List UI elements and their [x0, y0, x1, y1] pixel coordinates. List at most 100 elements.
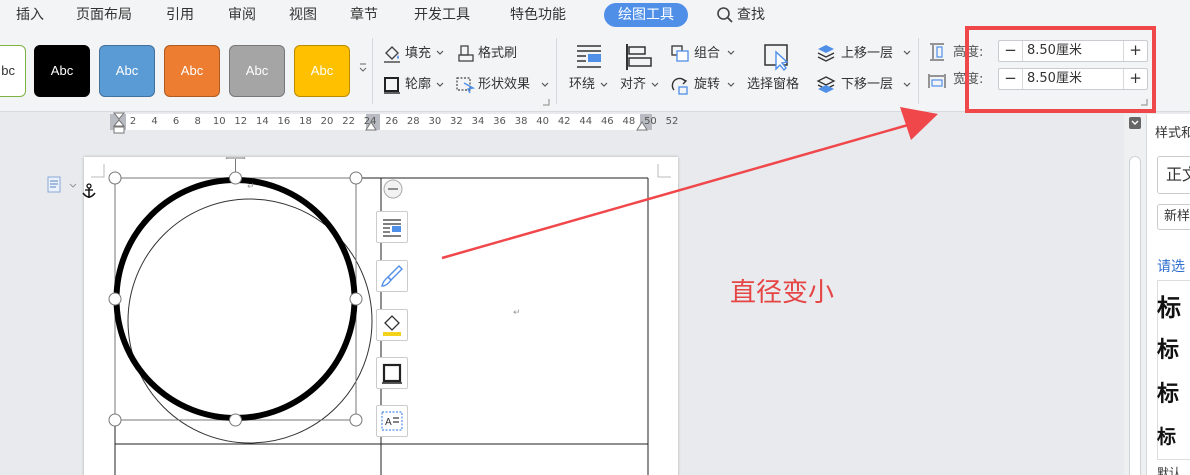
chevron-down-icon[interactable]	[651, 82, 659, 88]
text-wrap-icon[interactable]	[574, 42, 604, 72]
chevron-down-icon[interactable]	[903, 50, 911, 56]
annotation-arrow	[441, 107, 938, 260]
resize-handle	[108, 171, 122, 185]
tab-references[interactable]: 引用	[166, 5, 194, 25]
format-painter-button[interactable]: 格式刷	[478, 45, 517, 63]
ruler-tick-label: 28	[406, 116, 420, 127]
right-indent-marker-icon[interactable]	[364, 118, 378, 132]
fill-button[interactable]: 填充	[405, 45, 431, 63]
resize-handle	[108, 413, 122, 427]
svg-text:↵: ↵	[513, 308, 521, 318]
resize-handle	[229, 413, 242, 427]
chevron-down-icon[interactable]	[436, 82, 444, 88]
bring-forward-button[interactable]: 上移一层	[841, 45, 893, 63]
anchor-icon[interactable]	[82, 183, 96, 199]
ruler-tick-label: 2	[129, 116, 137, 127]
style-heading-3[interactable]: 标	[1157, 376, 1190, 408]
indent-marker-icon[interactable]	[112, 112, 126, 136]
ruler-tick-label: 8	[194, 116, 201, 127]
width-icon	[928, 74, 946, 88]
outline-icon	[382, 363, 402, 384]
fill-bucket-icon[interactable]	[382, 44, 402, 64]
style-heading-2[interactable]: 标	[1157, 332, 1190, 364]
align-icon[interactable]	[624, 42, 654, 72]
quick-layout-button[interactable]: A	[376, 405, 408, 437]
selection-pane-button[interactable]: 选择窗格	[747, 76, 799, 94]
resize-handle	[229, 171, 242, 185]
current-style-field[interactable]: 正文	[1157, 156, 1190, 194]
resize-handle	[349, 413, 363, 427]
style-heading-1[interactable]: 标	[1157, 288, 1190, 323]
tab-view[interactable]: 视图	[289, 5, 317, 25]
tab-developer[interactable]: 开发工具	[414, 5, 470, 25]
shape-style-blue[interactable]: Abc	[99, 45, 155, 97]
please-select-label: 请选	[1157, 259, 1185, 275]
text-wrap-icon	[383, 219, 401, 237]
group-button[interactable]: 组合	[694, 45, 720, 63]
ruler-tick-label: 18	[299, 116, 312, 127]
quick-fill-button[interactable]	[376, 309, 408, 341]
resize-handle	[349, 171, 363, 185]
tab-find[interactable]: 查找	[737, 5, 765, 25]
send-backward-icon[interactable]	[816, 75, 836, 95]
tab-insert[interactable]: 插入	[16, 5, 44, 25]
shape-style-gray[interactable]: Abc	[229, 45, 285, 97]
tab-special-features[interactable]: 特色功能	[510, 5, 566, 25]
style-default[interactable]: 默认	[1157, 464, 1181, 475]
resize-handle	[349, 292, 363, 306]
format-painter-icon[interactable]	[456, 44, 476, 64]
svg-text:↵: ↵	[247, 182, 255, 192]
group-icon[interactable]	[670, 44, 690, 64]
svg-text:A: A	[385, 417, 392, 428]
vertical-scrollbar[interactable]	[1124, 114, 1146, 475]
shape-style-black[interactable]: Abc	[34, 45, 90, 97]
quick-style-button[interactable]	[376, 260, 408, 292]
tab-chapter[interactable]: 章节	[350, 5, 378, 25]
ruler-tick-label: 10	[212, 116, 226, 127]
selection-pane-icon[interactable]	[762, 42, 792, 72]
pane-toggle-icon[interactable]	[1128, 116, 1142, 130]
shape-style-yellow[interactable]: Abc	[294, 45, 350, 97]
ruler-tick-label: 14	[255, 116, 269, 127]
tab-review[interactable]: 审阅	[228, 5, 256, 25]
chevron-down-icon[interactable]	[727, 82, 735, 88]
outline-icon[interactable]	[383, 76, 401, 94]
chevron-down-icon[interactable]	[727, 50, 735, 56]
resized-circle	[113, 177, 358, 421]
annotation-text: 直径变小	[730, 278, 835, 308]
rotate-button[interactable]: 旋转	[694, 76, 720, 94]
shape-effects-button[interactable]: 形状效果	[478, 76, 530, 94]
styles-pane-title: 样式和	[1155, 126, 1190, 141]
tab-page-layout[interactable]: 页面布局	[76, 5, 132, 25]
outline-button[interactable]: 轮廓	[405, 76, 431, 94]
send-backward-button[interactable]: 下移一层	[841, 76, 893, 94]
search-icon[interactable]	[716, 6, 734, 24]
ribbon-separator	[372, 38, 373, 104]
ruler-tick-label: 26	[385, 116, 399, 127]
wrap-button[interactable]: 环绕	[569, 76, 595, 94]
scrollbar-thumb[interactable]	[1129, 156, 1141, 475]
layout-options-icon: A	[381, 411, 403, 431]
bring-forward-icon[interactable]	[816, 43, 836, 63]
chevron-down-icon[interactable]	[436, 50, 444, 56]
shape-style-outline-green[interactable]: bc	[0, 45, 26, 97]
brush-icon	[381, 265, 403, 287]
resize-handle	[108, 292, 122, 306]
document-outline-icon[interactable]	[46, 176, 80, 194]
chevron-down-icon[interactable]	[903, 82, 911, 88]
chevron-down-icon[interactable]	[541, 82, 549, 88]
ruler-tick-label: 12	[234, 116, 248, 127]
shape-style-orange[interactable]: Abc	[164, 45, 220, 97]
align-button[interactable]: 对齐	[620, 76, 646, 94]
chevron-down-icon[interactable]	[600, 82, 608, 88]
tab-drawing-tools[interactable]: 绘图工具	[604, 3, 688, 27]
ribbon-separator	[918, 38, 919, 104]
new-style-button[interactable]: 新样	[1157, 204, 1190, 230]
style-heading-4[interactable]: 标	[1157, 422, 1190, 449]
ribbon-separator	[556, 38, 557, 104]
shape-effects-icon[interactable]	[455, 76, 475, 94]
rotate-icon[interactable]	[670, 76, 690, 96]
quick-outline-button[interactable]	[376, 357, 408, 389]
gallery-more-icon[interactable]	[358, 60, 368, 74]
quick-wrap-button[interactable]	[376, 211, 408, 243]
